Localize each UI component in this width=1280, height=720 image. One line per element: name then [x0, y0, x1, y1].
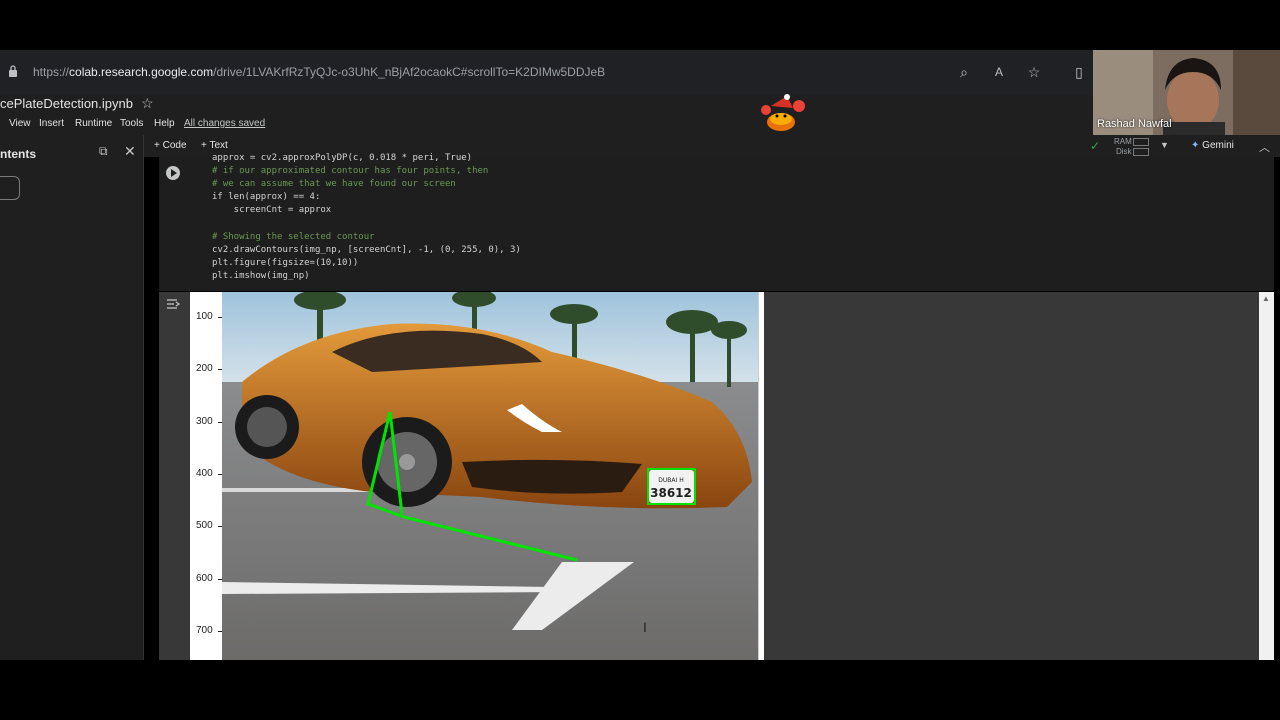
gemini-spark-icon: ✦: [1191, 140, 1200, 151]
plate-top-text: DUBAI H: [658, 477, 683, 484]
code-comment-line: # we can assume that we have found our s…: [212, 179, 456, 190]
notebook-title[interactable]: cePlateDetection.ipynb: [0, 96, 133, 111]
menu-tools[interactable]: Tools: [120, 118, 143, 129]
favorite-star-icon[interactable]: ☆: [1026, 64, 1042, 80]
run-cell-button[interactable]: [166, 166, 180, 180]
zoom-icon[interactable]: ⌕: [956, 64, 972, 80]
code-comment-line: # if our approximated contour has four p…: [212, 166, 489, 177]
y-tick-label: 600: [196, 572, 213, 584]
menu-runtime[interactable]: Runtime: [75, 118, 112, 129]
code-line: plt.figure(figsize=(10,10)): [212, 257, 359, 268]
disk-meter[interactable]: [1133, 148, 1149, 156]
code-line: approx = cv2.approxPolyDP(c, 0.018 * per…: [212, 153, 473, 163]
y-tick-label: 700: [196, 624, 213, 636]
open-in-tab-icon[interactable]: ⧉: [99, 144, 108, 159]
code-comment-line: # Showing the selected contour: [212, 231, 375, 242]
add-text-button[interactable]: + Text: [201, 140, 228, 151]
colab-header: [0, 95, 1093, 135]
ram-meter[interactable]: [1133, 138, 1149, 146]
menu-view[interactable]: View: [9, 118, 31, 129]
code-line: cv2.drawContours(img_np, [screenCnt], -1…: [212, 244, 521, 255]
y-tick-label: 500: [196, 520, 213, 532]
ram-label: RAM: [1114, 137, 1132, 146]
output-actions-icon[interactable]: [165, 296, 181, 312]
gemini-button[interactable]: ✦ Gemini: [1191, 140, 1234, 151]
code-line: if len(approx) == 4:: [212, 192, 321, 203]
close-icon[interactable]: ✕: [124, 143, 136, 160]
lock-icon: [9, 65, 17, 77]
code-line: plt.imshow(img_np): [212, 270, 310, 281]
participant-name: Rashad Nawfal: [1097, 118, 1172, 130]
plot-scrollbar[interactable]: [758, 292, 764, 660]
colab-crab-mascot: [761, 94, 805, 131]
star-icon[interactable]: ☆: [141, 95, 154, 112]
table-of-contents-panel: [0, 135, 144, 660]
y-tick-label: 400: [196, 467, 213, 479]
car-image-with-contour: DUBAI H 38612: [222, 292, 758, 660]
chevron-down-icon[interactable]: ▼: [1160, 140, 1169, 150]
menu-insert[interactable]: Insert: [39, 118, 64, 129]
chevron-up-icon[interactable]: ︿: [1259, 139, 1270, 155]
sidebar-title: ntents: [0, 147, 36, 161]
code-line: screenCnt = approx: [212, 205, 332, 216]
text-cursor-icon: I: [643, 619, 647, 635]
add-code-button[interactable]: + Code: [154, 140, 187, 151]
save-status[interactable]: All changes saved: [184, 118, 265, 129]
url-text[interactable]: https://colab.research.google.com/drive/…: [33, 65, 605, 79]
y-tick-label: 100: [196, 311, 213, 322]
split-screen-icon[interactable]: ▯: [1071, 64, 1087, 80]
read-aloud-icon[interactable]: A: [991, 64, 1007, 80]
screen-top-bar: [0, 0, 1280, 50]
notebook-scrollbar[interactable]: ▲: [1259, 292, 1274, 660]
y-tick-label: 200: [196, 363, 213, 375]
disk-label: Disk: [1116, 147, 1132, 156]
check-icon: ✓: [1090, 139, 1101, 153]
scroll-up-arrow-icon[interactable]: ▲: [1262, 294, 1270, 303]
menu-help[interactable]: Help: [154, 118, 175, 129]
screen-bottom-bar: [0, 660, 1280, 720]
plate-number-text: 38612: [650, 486, 692, 500]
y-tick-label: 300: [196, 415, 213, 427]
gemini-label: Gemini: [1202, 140, 1234, 151]
sidebar-section-button[interactable]: [0, 176, 20, 200]
code-editor[interactable]: approx = cv2.approxPolyDP(c, 0.018 * per…: [212, 152, 521, 283]
